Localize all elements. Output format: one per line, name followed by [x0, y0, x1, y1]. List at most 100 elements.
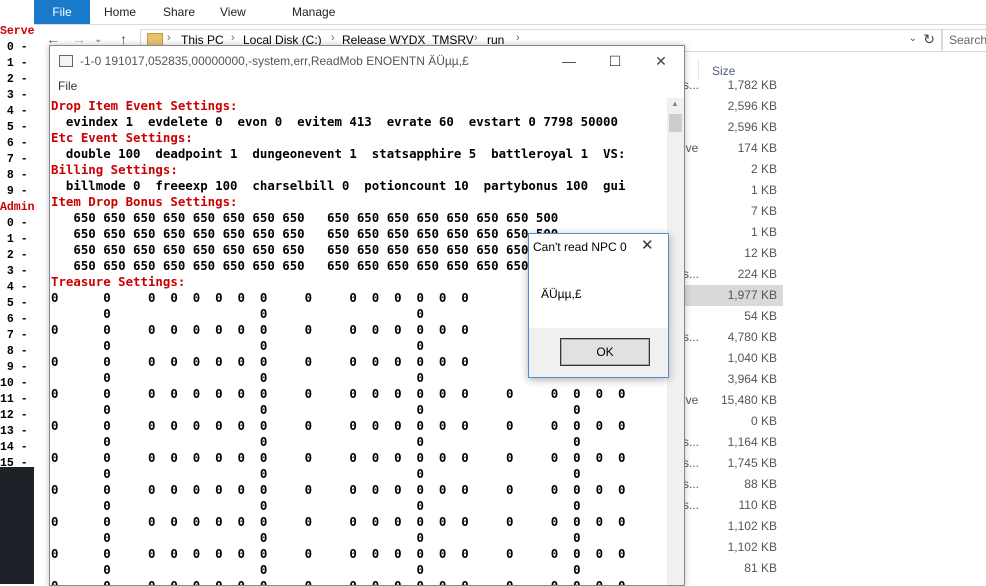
file-row[interactable]: 2 KB [683, 159, 783, 180]
address-dropdown-chevron-icon[interactable]: ⌄ [909, 33, 917, 44]
console-line: 7 - [0, 153, 28, 166]
file-type-cell: s... [683, 267, 700, 281]
file-type-cell: ive [683, 141, 699, 155]
file-row[interactable]: 1,102 KB [683, 537, 783, 558]
file-size-cell: 2,596 KB [727, 120, 777, 134]
console-line: 10 - [0, 377, 28, 390]
console-section-label: Serve [0, 25, 34, 38]
file-size-cell: 3,964 KB [727, 372, 777, 386]
dialog-message: ÄÜµµ,£ [541, 287, 582, 301]
file-row[interactable]: 3,964 KB [683, 369, 783, 390]
console-line: 650 650 650 650 650 650 650 650 650 650 … [51, 226, 559, 241]
file-row[interactable]: 12 KB [683, 243, 783, 264]
file-size-cell: 1,164 KB [727, 435, 777, 449]
file-row[interactable]: 7 KB [683, 201, 783, 222]
file-row[interactable]: 2,596 KB [683, 117, 783, 138]
console-line: 0 0 0 0 [51, 562, 581, 577]
tab-view[interactable]: View [220, 0, 246, 24]
file-row[interactable]: s... 224 KB [683, 264, 783, 285]
file-row[interactable]: 2,596 KB [683, 96, 783, 117]
file-row[interactable]: s... 110 KB [683, 495, 783, 516]
console-line: 6 - [0, 313, 28, 326]
breadcrumb-separator-icon[interactable]: › [516, 32, 520, 44]
file-row[interactable]: ive 174 KB [683, 138, 783, 159]
file-size-cell: 1,102 KB [727, 519, 777, 533]
file-row[interactable]: 81 KB [683, 558, 783, 579]
console-line: 5 - [0, 297, 28, 310]
search-box[interactable]: Search [942, 29, 986, 52]
console-line: 4 - [0, 105, 28, 118]
file-row[interactable]: s... 1,745 KB [683, 453, 783, 474]
console-line: 0 0 0 0 0 0 0 0 0 0 0 0 0 0 0 [51, 322, 469, 337]
menu-file[interactable]: File [58, 79, 77, 93]
file-row[interactable]: 1,102 KB [683, 516, 783, 537]
console-line: 0 0 0 0 0 0 0 0 0 0 0 0 0 0 0 0 0 0 0 0 [51, 482, 626, 497]
console-line: 6 - [0, 137, 28, 150]
error-dialog: Can't read NPC 0 ✕ ÄÜµµ,£ OK [528, 233, 669, 378]
console-line: 0 0 0 0 0 0 0 0 0 0 0 0 0 0 0 [51, 290, 469, 305]
file-size-cell: 0 KB [750, 414, 777, 428]
file-type-cell: s... [683, 435, 700, 449]
file-row[interactable]: 1 KB [683, 180, 783, 201]
console-section-label: Admin [0, 201, 34, 214]
console-line: 650 650 650 650 650 650 650 650 650 650 … [51, 258, 559, 273]
scrollbar-thumb[interactable] [669, 114, 682, 132]
ok-button[interactable]: OK [560, 338, 650, 366]
maximize-icon[interactable]: ☐ [592, 46, 638, 76]
breadcrumb-separator-icon[interactable]: › [474, 32, 478, 44]
console-section-heading: Etc Event Settings: [51, 130, 193, 145]
console-line: 0 0 0 0 0 0 0 0 0 0 0 0 0 0 0 [51, 354, 469, 369]
console-section-heading: Drop Item Event Settings: [51, 98, 238, 113]
file-size-cell: 7 KB [750, 204, 777, 218]
tab-file[interactable]: File [34, 0, 90, 24]
console-line: 0 - [0, 217, 28, 230]
tab-home[interactable]: Home [104, 0, 136, 24]
breadcrumb-separator-icon[interactable]: › [231, 32, 235, 44]
tab-share[interactable]: Share [163, 0, 195, 24]
scroll-up-arrow-icon[interactable]: ▲ [671, 99, 679, 108]
file-row[interactable]: s... 88 KB [683, 474, 783, 495]
file-size-cell: 1,040 KB [727, 351, 777, 365]
window-titlebar[interactable]: -1-0 191017,052835,00000000,-system,err,… [50, 46, 684, 76]
console-line: 3 - [0, 89, 28, 102]
breadcrumb-separator-icon[interactable]: › [167, 32, 171, 44]
console-line: 0 0 0 0 [51, 530, 581, 545]
console-line: 0 0 0 0 [51, 434, 581, 449]
file-size-cell: 110 KB [738, 498, 777, 512]
close-icon[interactable]: ✕ [638, 46, 684, 76]
minimize-icon[interactable]: — [546, 46, 592, 76]
tab-manage[interactable]: Manage [292, 0, 335, 24]
file-row[interactable]: s... 1,164 KB [683, 432, 783, 453]
file-row[interactable]: 1 KB [683, 222, 783, 243]
console-line: 1 - [0, 233, 28, 246]
file-row[interactable]: 1,040 KB [683, 348, 783, 369]
console-line: 0 0 0 0 0 0 0 0 0 0 0 0 0 0 0 0 0 0 0 0 [51, 418, 626, 433]
breadcrumb-separator-icon[interactable]: › [331, 32, 335, 44]
background-console-output: Serve 0 - 1 - 2 - 3 - 4 - 5 - 6 - 7 - 8 … [0, 24, 34, 472]
file-row[interactable]: s... 4,780 KB [683, 327, 783, 348]
file-size-cell: 1 KB [750, 183, 777, 197]
file-size-cell: 81 KB [744, 561, 777, 575]
file-size-cell: 1,782 KB [727, 78, 777, 92]
console-line: 5 - [0, 121, 28, 134]
console-line: 0 0 0 0 0 0 0 0 0 0 0 0 0 0 0 0 0 0 0 0 [51, 546, 626, 561]
file-size-cell: 15,480 KB [720, 393, 777, 407]
file-list: Size s... 1,782 KB 2,596 KB 2,596 KB ive 174 … [683, 56, 986, 584]
vertical-scrollbar[interactable]: ▲ [667, 98, 684, 585]
console-line: 0 0 0 0 [51, 498, 581, 513]
console-line: 0 0 0 [51, 338, 424, 353]
file-row[interactable]: 1,977 KB [683, 285, 783, 306]
recent-locations-chevron-icon[interactable]: ⌄ [94, 34, 102, 45]
file-row[interactable]: 0 KB [683, 411, 783, 432]
file-row[interactable]: s... 1,782 KB [683, 75, 783, 96]
dialog-close-icon[interactable]: ✕ [641, 236, 654, 254]
breadcrumb-separator-icon[interactable]: › [420, 32, 424, 44]
file-size-cell: 88 KB [744, 477, 777, 491]
console-app-icon [59, 55, 73, 67]
file-row[interactable]: ive 15,480 KB [683, 390, 783, 411]
file-type-cell: ive [683, 393, 699, 407]
console-line: 0 0 0 [51, 370, 424, 385]
file-row[interactable]: 54 KB [683, 306, 783, 327]
refresh-icon[interactable]: ↻ [923, 31, 935, 48]
console-section-heading: Billing Settings: [51, 162, 178, 177]
